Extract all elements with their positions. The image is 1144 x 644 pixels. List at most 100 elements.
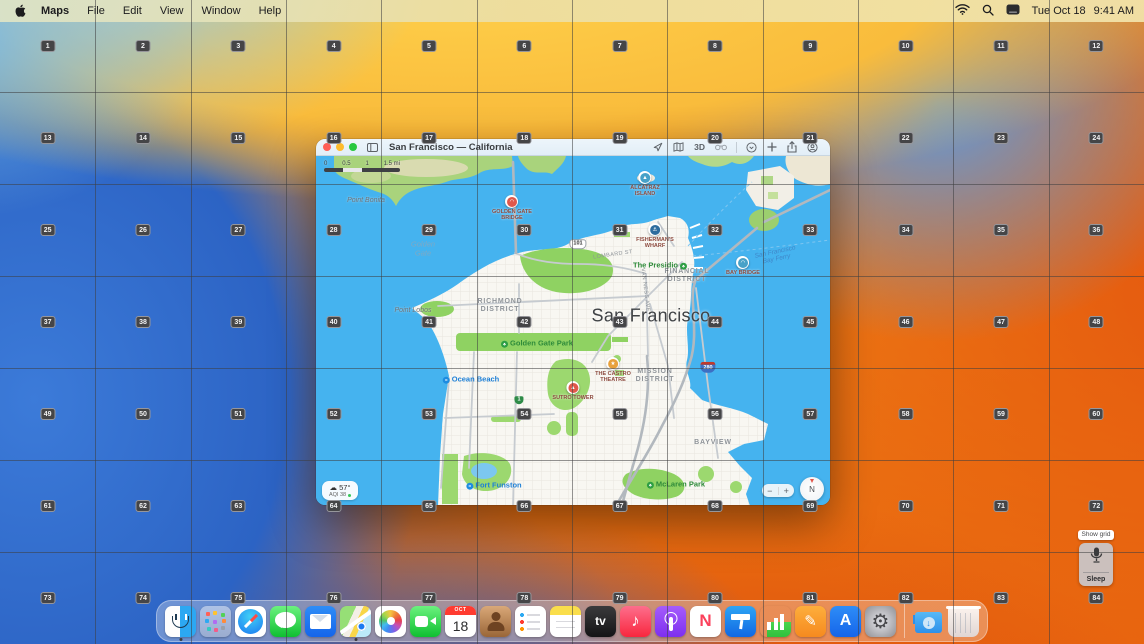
menu-view[interactable]: View [151,5,193,17]
dock-icon-notes[interactable] [550,606,581,637]
grid-number-14[interactable]: 14 [136,132,151,144]
grid-number-65[interactable]: 65 [422,500,437,512]
map-canvas[interactable]: San FranciscoFINANCIAL DISTRICTRICHMOND … [316,156,830,505]
grid-number-59[interactable]: 59 [994,408,1009,420]
dock-icon-numbers[interactable] [760,606,791,637]
grid-number-18[interactable]: 18 [517,132,532,144]
grid-number-67[interactable]: 67 [612,500,627,512]
grid-number-21[interactable]: 21 [803,132,818,144]
dock-icon-downloads[interactable] [913,606,944,637]
dock-icon-news[interactable] [690,606,721,637]
sidebar-toggle-icon[interactable] [362,143,383,152]
grid-number-51[interactable]: 51 [231,408,246,420]
marker-fishermans-wharf[interactable]: ⚓FISHERMAN'S WHARF [636,223,674,249]
marker-sutro-tower[interactable]: ▲SUTRO TOWER [552,381,593,401]
grid-number-36[interactable]: 36 [1089,224,1104,236]
grid-number-48[interactable]: 48 [1089,316,1104,328]
dock-icon-launchpad[interactable] [200,606,231,637]
apple-menu-icon[interactable] [14,4,26,18]
grid-number-32[interactable]: 32 [708,224,723,236]
grid-number-75[interactable]: 75 [231,592,246,604]
grid-number-12[interactable]: 12 [1089,40,1104,52]
grid-number-4[interactable]: 4 [326,40,341,52]
share-button[interactable] [782,141,802,153]
grid-number-42[interactable]: 42 [517,316,532,328]
grid-number-24[interactable]: 24 [1089,132,1104,144]
grid-number-33[interactable]: 33 [803,224,818,236]
grid-number-45[interactable]: 45 [803,316,818,328]
map-mode-button[interactable] [668,142,689,152]
grid-number-38[interactable]: 38 [136,316,151,328]
grid-number-25[interactable]: 25 [40,224,55,236]
zoom-out-button[interactable]: − [762,485,778,497]
grid-number-55[interactable]: 55 [612,408,627,420]
zoom-window-button[interactable] [349,143,357,151]
grid-number-78[interactable]: 78 [517,592,532,604]
grid-number-2[interactable]: 2 [136,40,151,52]
3d-button[interactable]: 3D [689,142,710,152]
dock-icon-settings[interactable] [865,606,896,637]
menu-window[interactable]: Window [192,5,249,17]
dock-icon-contacts[interactable] [480,606,511,637]
grid-number-6[interactable]: 6 [517,40,532,52]
grid-number-28[interactable]: 28 [326,224,341,236]
dock-icon-pages[interactable] [795,606,826,637]
grid-number-60[interactable]: 60 [1089,408,1104,420]
grid-number-37[interactable]: 37 [40,316,55,328]
grid-number-11[interactable]: 11 [994,40,1009,52]
grid-number-47[interactable]: 47 [994,316,1009,328]
voice-control-button[interactable]: Sleep [1079,543,1113,586]
grid-number-83[interactable]: 83 [994,592,1009,604]
grid-number-41[interactable]: 41 [422,316,437,328]
grid-number-80[interactable]: 80 [708,592,723,604]
grid-number-82[interactable]: 82 [898,592,913,604]
grid-number-22[interactable]: 22 [898,132,913,144]
dock-icon-reminders[interactable] [515,606,546,637]
grid-number-56[interactable]: 56 [708,408,723,420]
dock-icon-messages[interactable] [270,606,301,637]
grid-number-72[interactable]: 72 [1089,500,1104,512]
grid-number-52[interactable]: 52 [326,408,341,420]
dock-icon-safari[interactable] [235,606,266,637]
window-titlebar[interactable]: San Francisco — California 3D [316,139,830,156]
grid-number-15[interactable]: 15 [231,132,246,144]
grid-number-64[interactable]: 64 [326,500,341,512]
dock-icon-photos[interactable] [375,606,406,637]
grid-number-63[interactable]: 63 [231,500,246,512]
grid-number-57[interactable]: 57 [803,408,818,420]
location-button[interactable] [648,142,668,152]
voice-control-sleep-label[interactable]: Sleep [1079,576,1113,583]
grid-number-16[interactable]: 16 [326,132,341,144]
marker-golden-gate-bridge[interactable]: ◠GOLDEN GATE BRIDGE [492,195,532,221]
grid-number-34[interactable]: 34 [898,224,913,236]
dock-icon-music[interactable] [620,606,651,637]
marker-the-castro-theatre[interactable]: ★THE CASTRO THEATRE [595,357,631,383]
grid-number-44[interactable]: 44 [708,316,723,328]
grid-number-66[interactable]: 66 [517,500,532,512]
display-icon[interactable] [1006,4,1020,18]
grid-number-31[interactable]: 31 [612,224,627,236]
grid-number-1[interactable]: 1 [40,40,55,52]
grid-number-23[interactable]: 23 [994,132,1009,144]
dock-icon-tv[interactable] [585,606,616,637]
grid-number-53[interactable]: 53 [422,408,437,420]
menu-help[interactable]: Help [250,5,291,17]
dock-icon-finder[interactable] [165,606,196,637]
add-button[interactable] [762,142,782,152]
dock-icon-calendar[interactable]: OCT18 [445,606,476,637]
menu-file[interactable]: File [78,5,114,17]
minimize-button[interactable] [336,143,344,151]
grid-number-5[interactable]: 5 [422,40,437,52]
menu-bar-clock[interactable]: Tue Oct 18 9:41 AM [1032,5,1134,17]
weather-widget[interactable]: ☁ 57° AQI 38 [322,481,358,500]
grid-number-19[interactable]: 19 [612,132,627,144]
mode-dropdown-button[interactable] [741,142,762,153]
grid-number-84[interactable]: 84 [1089,592,1104,604]
grid-number-68[interactable]: 68 [708,500,723,512]
search-icon[interactable] [982,4,994,19]
grid-number-46[interactable]: 46 [898,316,913,328]
grid-number-58[interactable]: 58 [898,408,913,420]
grid-number-73[interactable]: 73 [40,592,55,604]
dock-icon-appstore[interactable] [830,606,861,637]
dock-icon-facetime[interactable] [410,606,441,637]
